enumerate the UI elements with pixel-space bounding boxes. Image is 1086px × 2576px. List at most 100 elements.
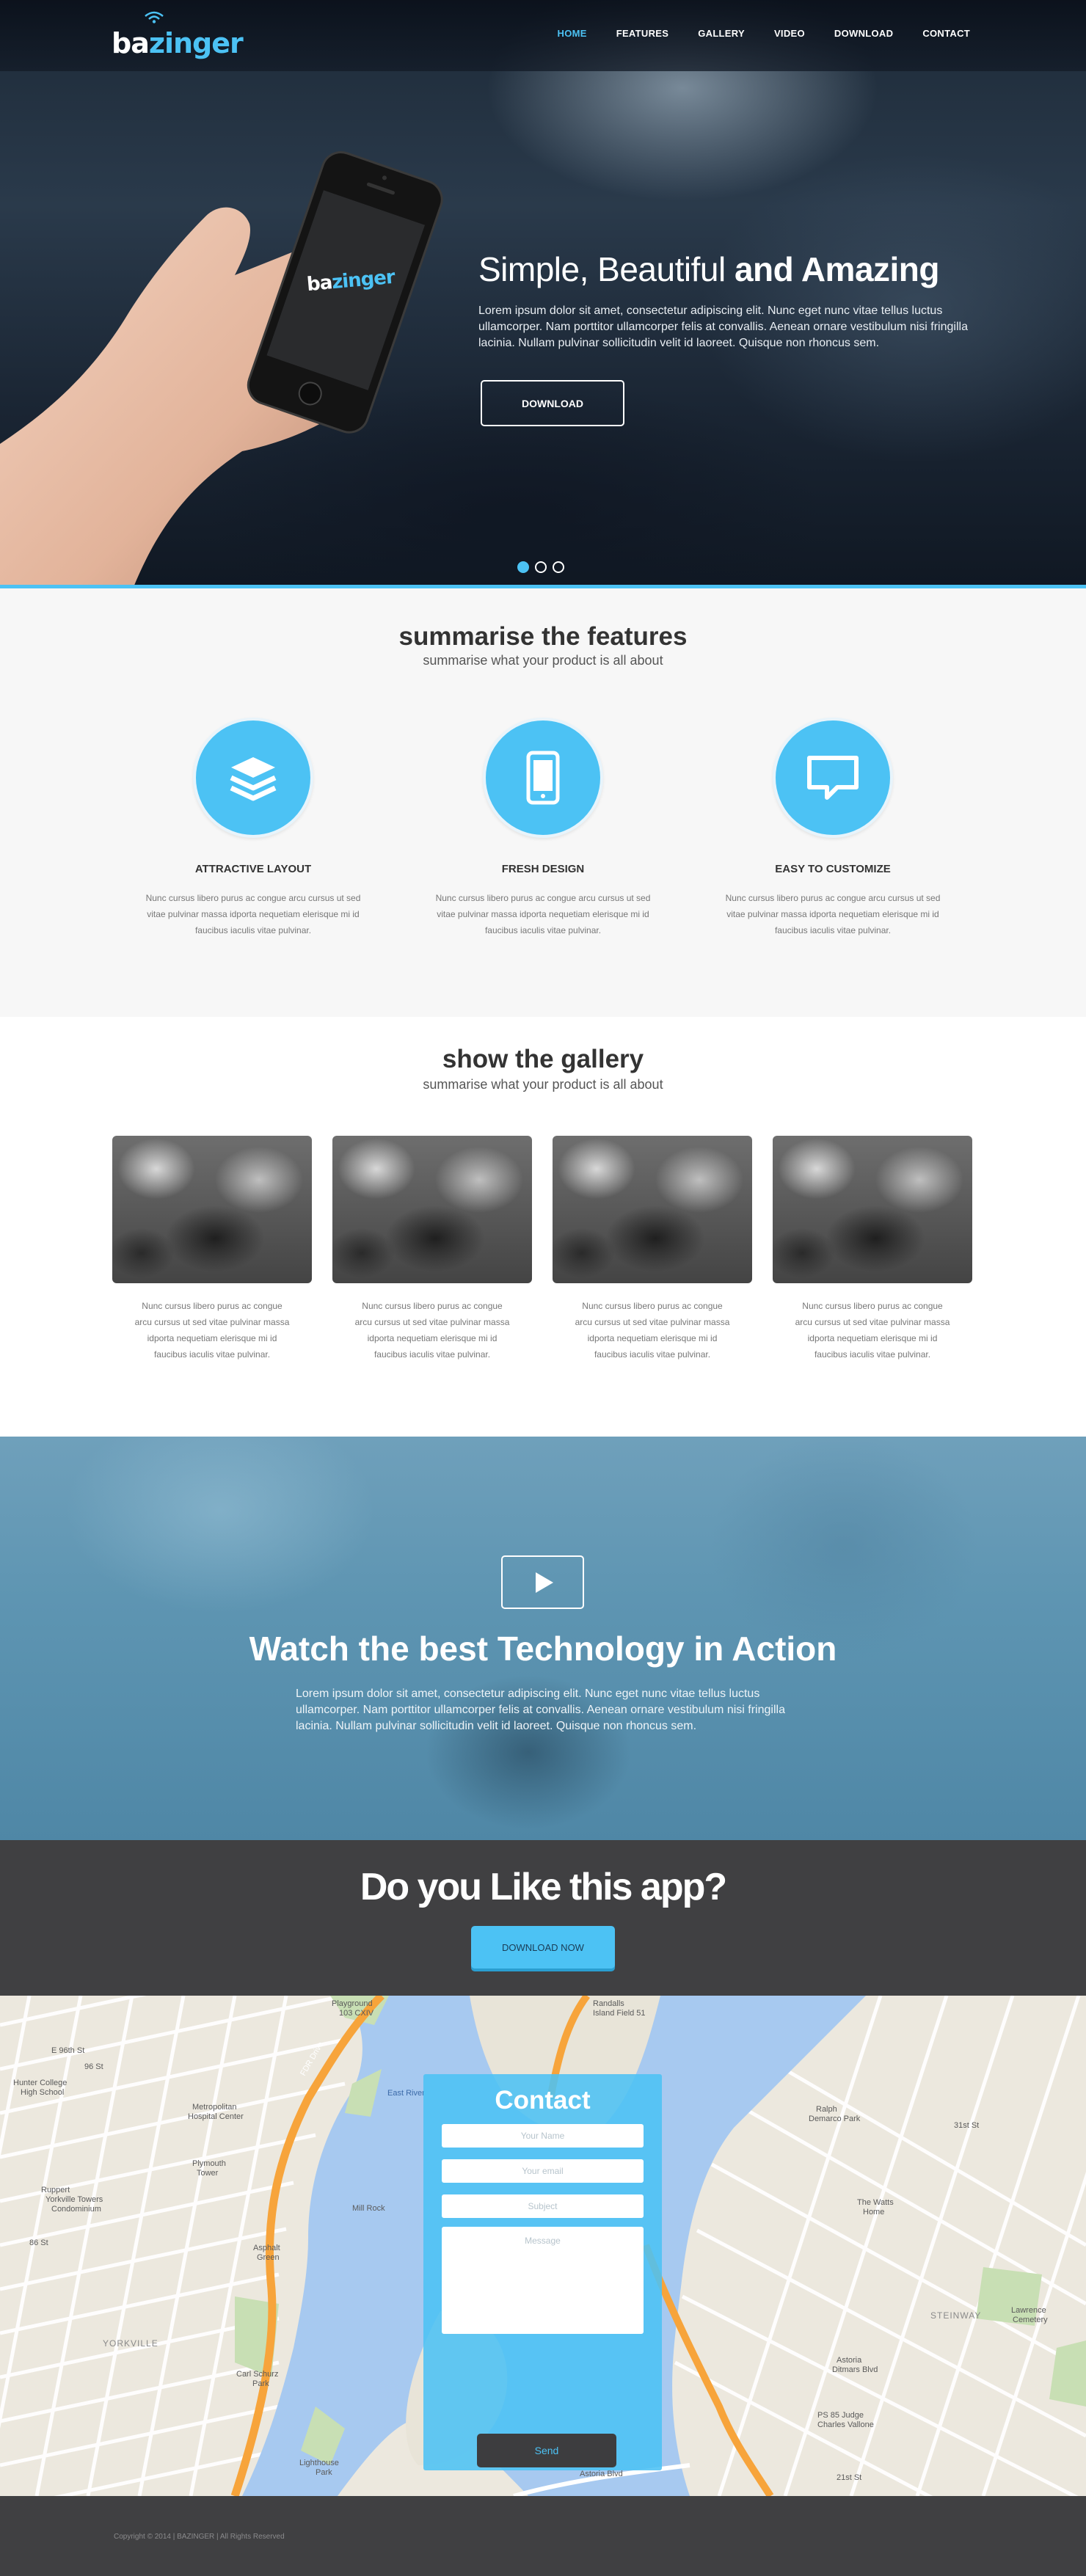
logo[interactable]: bazinger <box>112 11 244 59</box>
gallery-section: show the gallery summarise what your pro… <box>0 1017 1086 1437</box>
gallery-caption: Nunc cursus libero purus ac congue arcu … <box>134 1301 290 1360</box>
svg-text:Astoria Blvd: Astoria Blvd <box>580 2470 623 2478</box>
slider-dots <box>517 561 564 573</box>
gallery-item: Nunc cursus libero purus ac congue arcu … <box>553 1136 752 1362</box>
svg-text:Lighthouse: Lighthouse <box>299 2459 339 2467</box>
gallery-subtitle: summarise what your product is all about <box>423 1077 663 1092</box>
svg-text:Cemetery: Cemetery <box>1013 2316 1048 2324</box>
feature-icon-circle <box>193 718 313 838</box>
svg-text:Condominium: Condominium <box>51 2205 101 2214</box>
nav-download[interactable]: DOWNLOAD <box>834 28 893 39</box>
gallery-title: show the gallery <box>442 1045 644 1073</box>
play-icon <box>535 1572 553 1593</box>
chat-bubble-icon <box>807 756 859 800</box>
svg-text:Lawrence: Lawrence <box>1011 2306 1046 2315</box>
video-description: Lorem ipsum dolor sit amet, consectetur … <box>296 1687 785 1732</box>
gallery-caption: Nunc cursus libero purus ac congue arcu … <box>354 1301 510 1360</box>
svg-text:Charles Vallone: Charles Vallone <box>817 2420 874 2429</box>
nav-gallery[interactable]: GALLERY <box>698 28 745 39</box>
svg-text:96 St: 96 St <box>84 2062 103 2071</box>
subject-field[interactable] <box>442 2194 644 2218</box>
svg-text:103 CXIV: 103 CXIV <box>339 2009 374 2018</box>
feature-text: Nunc cursus libero purus ac congue arcu … <box>435 893 651 935</box>
contact-form: Contact Send <box>423 2074 662 2470</box>
name-field[interactable] <box>442 2124 644 2148</box>
nav-features[interactable]: FEATURES <box>616 28 669 39</box>
gallery-caption: Nunc cursus libero purus ac congue arcu … <box>795 1301 950 1360</box>
gallery-item: Nunc cursus libero purus ac congue arcu … <box>332 1136 532 1362</box>
features-section: summarise the features summarise what yo… <box>0 588 1086 1017</box>
smartphone-icon <box>526 751 560 805</box>
slider-dot-3[interactable] <box>553 561 564 573</box>
svg-text:Park: Park <box>316 2468 332 2477</box>
hero-description: Lorem ipsum dolor sit amet, consectetur … <box>478 304 968 349</box>
svg-text:Island Field 51: Island Field 51 <box>593 2009 646 2018</box>
copyright-text: Copyright © 2014 | BAZINGER | All Rights… <box>114 2533 285 2541</box>
main-nav: HOME FEATURES GALLERY VIDEO DOWNLOAD CON… <box>528 28 970 39</box>
svg-text:Mill Rock: Mill Rock <box>352 2204 385 2213</box>
slider-dot-1[interactable] <box>517 561 529 573</box>
nav-home[interactable]: HOME <box>558 28 587 39</box>
site-header: bazinger HOME FEATURES GALLERY VIDEO DOW… <box>0 0 1086 71</box>
svg-text:Yorkville Towers: Yorkville Towers <box>45 2195 103 2204</box>
svg-text:Astoria: Astoria <box>837 2356 862 2365</box>
svg-text:East River: East River <box>387 2089 425 2098</box>
svg-text:Home: Home <box>863 2208 884 2216</box>
feature-item: EASY TO CUSTOMIZE Nunc cursus libero pur… <box>715 718 950 938</box>
gallery-item: Nunc cursus libero purus ac congue arcu … <box>112 1136 312 1362</box>
svg-text:Ditmars Blvd: Ditmars Blvd <box>832 2365 878 2374</box>
feature-icon-circle <box>483 718 603 838</box>
svg-text:Park: Park <box>252 2379 269 2388</box>
feature-text: Nunc cursus libero purus ac congue arcu … <box>725 893 941 935</box>
feature-item: FRESH DESIGN Nunc cursus libero purus ac… <box>426 718 660 938</box>
send-button[interactable]: Send <box>477 2434 616 2467</box>
gallery-image[interactable] <box>332 1136 532 1283</box>
gallery-image[interactable] <box>773 1136 972 1283</box>
cta-title: Do you Like this app? <box>360 1866 727 1908</box>
hero-divider <box>0 585 1086 588</box>
svg-text:Playground: Playground <box>332 1999 373 2008</box>
svg-text:Metropolitan: Metropolitan <box>192 2103 237 2112</box>
svg-text:Tower: Tower <box>197 2169 219 2178</box>
svg-text:Ralph: Ralph <box>816 2105 837 2114</box>
nav-contact[interactable]: CONTACT <box>922 28 970 39</box>
email-field[interactable] <box>442 2159 644 2183</box>
svg-text:86 St: 86 St <box>29 2239 48 2247</box>
svg-text:Randalls: Randalls <box>593 1999 624 2008</box>
gallery-caption: Nunc cursus libero purus ac congue arcu … <box>575 1301 730 1360</box>
feature-icon-circle <box>773 718 893 838</box>
slider-dot-2[interactable] <box>535 561 547 573</box>
site-footer: Copyright © 2014 | BAZINGER | All Rights… <box>0 2496 1086 2576</box>
svg-text:Hunter College: Hunter College <box>13 2079 67 2087</box>
feature-text: Nunc cursus libero purus ac congue arcu … <box>145 893 361 935</box>
video-section: Watch the best Technology in Action Lore… <box>0 1437 1086 1840</box>
video-title: Watch the best Technology in Action <box>249 1630 837 1668</box>
svg-text:Asphalt: Asphalt <box>253 2244 280 2252</box>
svg-text:STEINWAY: STEINWAY <box>930 2310 981 2321</box>
svg-text:Ruppert: Ruppert <box>41 2186 70 2194</box>
svg-text:PS 85 Judge: PS 85 Judge <box>817 2411 864 2420</box>
map-section[interactable]: Playground 103 CXIV Randalls Island Field … <box>0 1996 1086 2496</box>
svg-text:Hospital Center: Hospital Center <box>188 2112 244 2121</box>
hero-download-button[interactable]: DOWNLOAD <box>481 380 624 426</box>
wifi-icon <box>145 11 164 23</box>
cta-section: Do you Like this app? DOWNLOAD NOW <box>0 1840 1086 1996</box>
logo-text-part1: ba <box>112 27 150 59</box>
contact-title: Contact <box>495 2086 591 2115</box>
nav-video[interactable]: VIDEO <box>774 28 805 39</box>
layers-icon <box>230 757 277 801</box>
message-field[interactable] <box>442 2227 644 2334</box>
gallery-image[interactable] <box>553 1136 752 1283</box>
hero-section: bazinger Simple, Beautiful and Amazing L… <box>0 0 1086 587</box>
gallery-image[interactable] <box>112 1136 312 1283</box>
svg-text:High School: High School <box>21 2088 64 2097</box>
feature-title: EASY TO CUSTOMIZE <box>775 863 891 875</box>
feature-item: ATTRACTIVE LAYOUT Nunc cursus libero pur… <box>136 718 371 938</box>
gallery-item: Nunc cursus libero purus ac congue arcu … <box>773 1136 972 1362</box>
svg-text:31st St: 31st St <box>954 2121 979 2130</box>
play-button[interactable] <box>501 1555 584 1609</box>
download-now-button[interactable]: DOWNLOAD NOW <box>471 1926 615 1969</box>
svg-text:YORKVILLE: YORKVILLE <box>103 2338 158 2349</box>
svg-text:The Watts: The Watts <box>857 2198 894 2207</box>
svg-text:Demarco Park: Demarco Park <box>809 2115 861 2123</box>
